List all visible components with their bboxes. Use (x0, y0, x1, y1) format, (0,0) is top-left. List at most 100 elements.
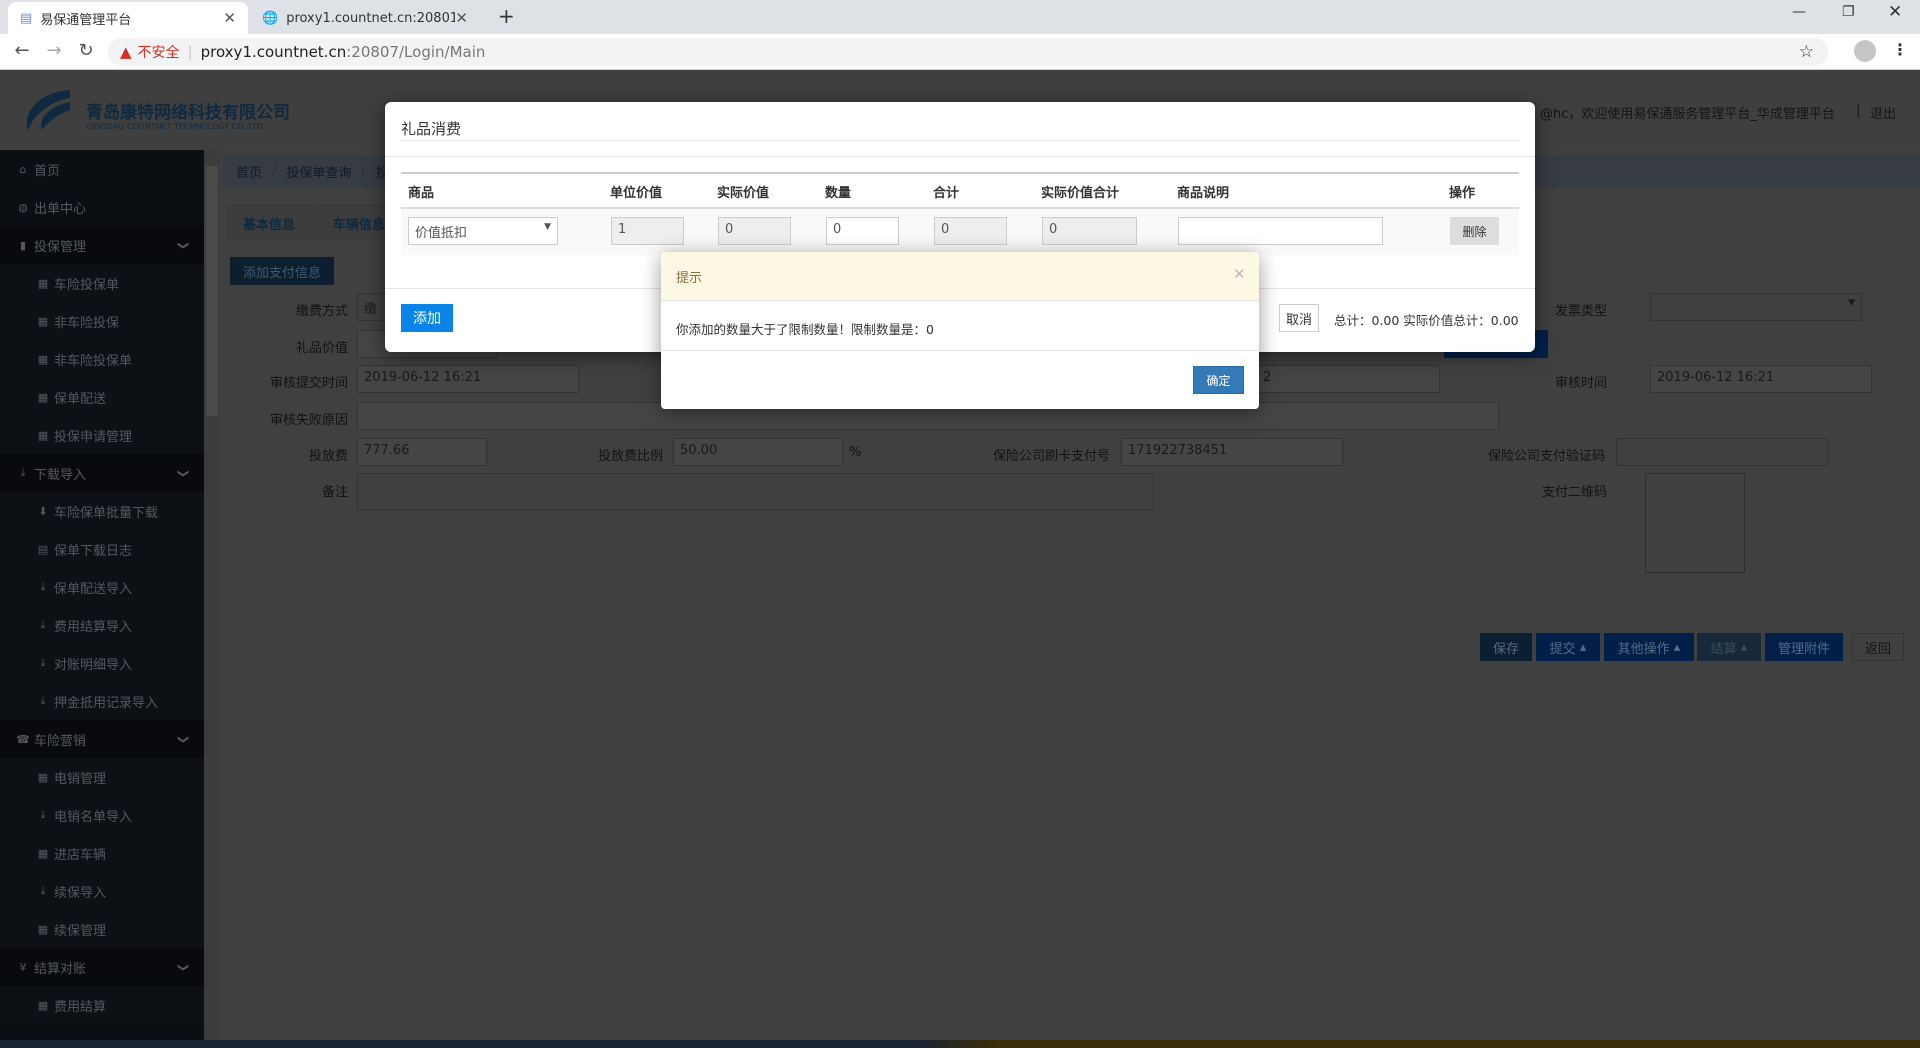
actual-value-input: 0 (718, 217, 791, 245)
col-action: 操作 (1449, 186, 1476, 201)
product-value: 价值抵扣 (415, 226, 468, 241)
sidebar-item[interactable]: ⤓ 对账明细导入 (0, 644, 204, 682)
col-total: 合计 (933, 186, 960, 201)
sidebar-item[interactable]: ⤓ 费用结算导入 (0, 606, 204, 644)
fee-ratio-input[interactable]: 50.00 (673, 438, 843, 466)
qr-code-image (1645, 473, 1745, 573)
url-input[interactable]: ▲ 不安全 | proxy1.countnet.cn :20807/Login/… (108, 38, 1828, 66)
sidebar-item[interactable]: ⤓ 下载导入 ❯ (0, 454, 204, 492)
tab-basic-info[interactable]: 基本信息 (228, 205, 316, 240)
sidebar-item[interactable]: ☎ 车险营销 ❯ (0, 720, 204, 758)
restore-button[interactable]: ❐ (1842, 4, 1855, 20)
sidebar-item[interactable]: ⤓ 续保导入 (0, 872, 204, 910)
sidebar-item[interactable]: ▦ 保单配送 (0, 378, 204, 416)
sidebar-item-label: 投保申请管理 (54, 429, 133, 445)
sidebar-item[interactable]: ▦ 电销管理 (0, 758, 204, 796)
totals-summary: 总计：0.00 实际价值总计：0.00 (1334, 313, 1519, 328)
profile-avatar[interactable] (1854, 40, 1876, 62)
product-select[interactable]: 价值抵扣 ▼ (408, 217, 558, 245)
other-label: 其他操作 (1617, 641, 1670, 657)
cancel-button[interactable]: 取消 (1279, 304, 1319, 332)
bookmark-star-icon[interactable]: ☆ (1799, 42, 1814, 62)
sidebar-item[interactable]: ▦ 非车险投保 (0, 302, 204, 340)
security-label[interactable]: 不安全 (138, 42, 180, 62)
sidebar-item[interactable]: ◍ 出单中心 (0, 188, 204, 226)
actual-total-input: 0 (1042, 217, 1137, 245)
sidebar-item-label: 电销管理 (54, 771, 107, 787)
divider: | (1856, 103, 1861, 118)
sidebar-item[interactable]: ▦ 续保管理 (0, 910, 204, 948)
company-name-en: QINGDAO COUNTNET TECHNOLOGY CO.,LTD. (86, 122, 266, 131)
breadcrumb-query[interactable]: 投保单查询 (286, 162, 351, 181)
close-tab-icon[interactable]: ✕ (455, 9, 468, 27)
remark-label: 备注 (321, 485, 348, 500)
submit-time-input[interactable]: 2019-06-12 16:21 (357, 365, 579, 393)
sidebar-item[interactable]: ⬇ 车险保单批量下载 (0, 492, 204, 530)
menu-kebab-icon[interactable]: ⋮ (1892, 40, 1908, 59)
delete-row-button[interactable]: 删除 (1450, 217, 1499, 245)
sidebar-item[interactable]: ⤓ 保单配送导入 (0, 568, 204, 606)
sidebar-item[interactable]: ▦ 费用结算 (0, 986, 204, 1024)
col-product: 商品 (408, 186, 435, 201)
save-button[interactable]: 保存 (1480, 633, 1532, 661)
tab-title: 易保通管理平台 (40, 12, 132, 28)
sidebar-item-label: 出单中心 (34, 201, 87, 217)
sidebar-item[interactable]: ▦ 非车险投保单 (0, 340, 204, 378)
browser-tab[interactable]: 🌐 proxy1.countnet.cn:20801/Veh ✕ (250, 2, 480, 34)
alert-header: 提示 ✕ (661, 252, 1259, 301)
reload-button[interactable]: ↻ (74, 40, 98, 61)
sidebar-item[interactable]: ⤓ 押金抵用记录导入 (0, 682, 204, 720)
breadcrumb-home[interactable]: 首页 (236, 162, 262, 181)
card-no-input[interactable]: 171922738451 (1121, 438, 1343, 466)
sidebar-item[interactable]: ⌂ 首页 (0, 150, 204, 188)
minimize-button[interactable]: — (1792, 4, 1806, 20)
fee-label: 投放费 (308, 449, 348, 464)
sidebar-item[interactable]: ¥ 结算对账 ❯ (0, 948, 204, 986)
qr-label: 支付二维码 (1541, 485, 1607, 500)
close-icon[interactable]: ✕ (1233, 265, 1246, 283)
sidebar-item-label: 保单配送 (54, 391, 107, 407)
phone-icon: ☎ (16, 732, 30, 746)
browser-tab-active[interactable]: ▤ 易保通管理平台 ✕ (8, 2, 248, 34)
back-page-button[interactable]: 返回 (1852, 633, 1904, 661)
taskbar (0, 1040, 1920, 1048)
remark-textarea[interactable] (357, 473, 1154, 510)
close-window-button[interactable]: ✕ (1888, 2, 1902, 22)
sidebar-item-label: 保单配送导入 (54, 581, 133, 597)
invoice-type-select[interactable]: ▼ (1650, 293, 1862, 321)
sidebar-item-label: 电销名单导入 (54, 809, 133, 825)
verify-code-input[interactable] (1616, 438, 1828, 466)
add-gift-button[interactable]: 添加 (401, 304, 453, 332)
logout-link[interactable]: 退出 (1870, 103, 1896, 122)
import-icon: ⤓ (40, 694, 46, 707)
manage-attachments-button[interactable]: 管理附件 (1765, 633, 1843, 661)
audit-time-input[interactable]: 2019-06-12 16:21 (1650, 365, 1872, 393)
description-input[interactable] (1178, 217, 1383, 245)
back-button[interactable]: ← (10, 40, 34, 61)
forward-button[interactable]: → (42, 40, 66, 61)
quantity-input[interactable]: 0 (826, 217, 899, 245)
sidebar-item[interactable]: ▦ 投保申请管理 (0, 416, 204, 454)
fee-input[interactable]: 777.66 (357, 438, 487, 466)
close-tab-icon[interactable]: ✕ (223, 9, 236, 27)
sidebar-item[interactable]: ▮ 投保管理 ❯ (0, 226, 204, 264)
sidebar-scrollbar[interactable] (204, 150, 220, 1040)
alert-dialog: 提示 ✕ 你添加的数量大于了限制数量！限制数量是：0 确定 (661, 252, 1259, 409)
new-tab-button[interactable]: + (498, 4, 515, 28)
globe-icon: 🌐 (262, 10, 279, 26)
sidebar-item-label: 续保导入 (54, 885, 107, 901)
sidebar-item[interactable]: ▤ 保单下载日志 (0, 530, 204, 568)
sidebar-item[interactable]: ⤓ 电销名单导入 (0, 796, 204, 834)
divider: | (187, 43, 193, 61)
alert-ok-button[interactable]: 确定 (1193, 366, 1244, 394)
grid-icon: ▦ (37, 846, 49, 860)
submit-label: 提交 (1549, 641, 1576, 657)
submit-button[interactable]: 提交 ▴ (1536, 633, 1600, 661)
add-payment-button[interactable]: 添加支付信息 (230, 257, 334, 285)
globe-icon: ◍ (18, 200, 28, 214)
sidebar-item[interactable]: ▦ 进店车辆 (0, 834, 204, 872)
company-logo (26, 90, 70, 131)
other-actions-button[interactable]: 其他操作 ▴ (1604, 633, 1694, 661)
sidebar-item[interactable]: ▦ 车险投保单 (0, 264, 204, 302)
settle-button[interactable]: 结算 ▴ (1697, 633, 1761, 661)
